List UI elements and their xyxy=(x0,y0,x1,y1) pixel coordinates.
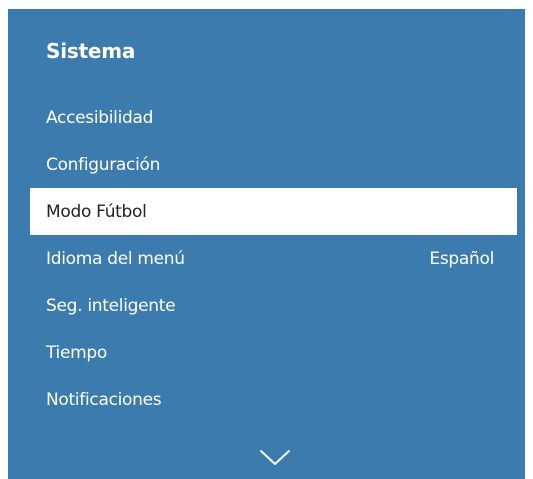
menu-item-label: Seg. inteligente xyxy=(46,295,176,316)
menu-item-notificaciones[interactable]: Notificaciones xyxy=(8,376,525,423)
menu-item-idioma-del-menu[interactable]: Idioma del menú Español xyxy=(8,235,525,282)
menu-item-modo-futbol[interactable]: Modo Fútbol xyxy=(30,188,517,235)
panel-title: Sistema xyxy=(46,39,136,63)
menu-item-seg-inteligente[interactable]: Seg. inteligente xyxy=(8,282,525,329)
menu-item-tiempo[interactable]: Tiempo xyxy=(8,329,525,376)
menu-list: Accesibilidad Configuración Modo Fútbol … xyxy=(8,94,525,423)
system-menu-panel: Sistema Accesibilidad Configuración Modo… xyxy=(8,9,525,479)
menu-item-label: Accesibilidad xyxy=(46,107,154,128)
menu-item-label: Idioma del menú xyxy=(46,248,185,269)
menu-item-label: Modo Fútbol xyxy=(46,201,147,222)
menu-item-label: Notificaciones xyxy=(46,389,162,410)
chevron-down-icon[interactable] xyxy=(259,449,291,467)
menu-item-accesibilidad[interactable]: Accesibilidad xyxy=(8,94,525,141)
menu-item-label: Tiempo xyxy=(46,342,107,363)
menu-item-configuracion[interactable]: Configuración xyxy=(8,141,525,188)
menu-item-label: Configuración xyxy=(46,154,161,175)
menu-item-value: Español xyxy=(429,248,494,269)
